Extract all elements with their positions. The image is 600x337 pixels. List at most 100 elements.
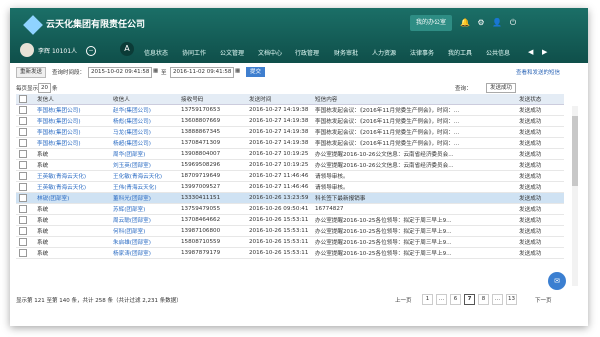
row-checkbox[interactable]: [16, 170, 34, 182]
nav-item[interactable]: 法律事务: [410, 48, 434, 57]
nav-item[interactable]: 信息状态: [144, 48, 168, 57]
prev-page[interactable]: 上一页: [395, 296, 412, 304]
col-number[interactable]: 接收号码: [178, 94, 246, 105]
row-checkbox[interactable]: [16, 159, 34, 171]
col-time[interactable]: 发送时间: [246, 94, 312, 105]
page-number[interactable]: 6: [450, 294, 461, 305]
table-row[interactable]: 系统 周云聪(团部室) 13708464662 2016-10-26 15:53:11…: [16, 214, 564, 226]
home-icon[interactable]: A: [120, 42, 134, 56]
cell-sender[interactable]: 系统: [34, 148, 110, 160]
row-checkbox[interactable]: [16, 181, 34, 193]
resend-button[interactable]: 重新发送: [16, 67, 47, 78]
cell-receiver[interactable]: 何科(团部室): [110, 225, 178, 237]
cell-sender[interactable]: 林锐(团部室): [34, 192, 110, 204]
table-row[interactable]: 系统 杨家涛(团部室) 13987879179 2016-10-26 15:53:11…: [16, 247, 564, 259]
search-button[interactable]: 提交: [246, 67, 266, 77]
cell-sender[interactable]: 李国栋(集团公司): [34, 115, 110, 127]
cell-sender[interactable]: 系统: [34, 247, 110, 259]
settings-icon[interactable]: ⚙: [476, 18, 486, 28]
cell-sender[interactable]: 系统: [34, 236, 110, 248]
cell-receiver[interactable]: 王化敏(青海云天化): [110, 170, 178, 182]
table-row[interactable]: 王英敏(青海云天化) 王化敏(青海云天化) 18709719649 2016-10-2…: [16, 170, 564, 182]
row-checkbox[interactable]: [16, 192, 34, 204]
table-row[interactable]: 李国栋(集团公司) 马龙(集团公司) 13888867345 2016-10-27 1…: [16, 126, 564, 138]
cell-receiver[interactable]: 王伟(青海云天化): [110, 181, 178, 193]
user-icon[interactable]: 👤: [492, 18, 502, 28]
select-all-checkbox[interactable]: [16, 94, 34, 105]
row-checkbox[interactable]: [16, 203, 34, 215]
calendar-icon[interactable]: ▦: [153, 68, 158, 74]
nav-item[interactable]: 行政管理: [295, 48, 319, 57]
minus-icon[interactable]: −: [86, 46, 96, 56]
page-size-select[interactable]: 20: [38, 83, 51, 93]
logout-icon[interactable]: ⏻: [508, 18, 518, 28]
nav-item[interactable]: 公文管理: [220, 48, 244, 57]
nav-item[interactable]: 协同工作: [182, 48, 206, 57]
cell-receiver[interactable]: 杨彪(集团公司): [110, 115, 178, 127]
nav-item[interactable]: 文档中心: [258, 48, 282, 57]
cell-sender[interactable]: 系统: [34, 214, 110, 226]
row-checkbox[interactable]: [16, 148, 34, 160]
start-date-field[interactable]: 2015-10-02 09:41:58: [88, 67, 153, 78]
cell-receiver[interactable]: 杨家涛(团部室): [110, 247, 178, 259]
cell-receiver[interactable]: 赵华(集团公司): [110, 104, 178, 116]
scroll-thumb[interactable]: [572, 116, 578, 186]
cell-receiver[interactable]: 周云聪(团部室): [110, 214, 178, 226]
cell-receiver[interactable]: 周华(团部室): [110, 148, 178, 160]
nav-item[interactable]: 公共信息: [486, 48, 510, 57]
cell-receiver[interactable]: 马龙(集团公司): [110, 126, 178, 138]
status-filter-select[interactable]: 发送成功: [486, 83, 517, 93]
cell-sender[interactable]: 系统: [34, 159, 110, 171]
table-row[interactable]: 林锐(团部室) 董科光(团部室) 13330411151 2016-10-26 13:…: [16, 192, 564, 204]
cell-receiver[interactable]: 朱启雄(团部室): [110, 236, 178, 248]
page-number[interactable]: 7: [464, 294, 475, 305]
row-checkbox[interactable]: [16, 214, 34, 226]
next-page[interactable]: 下一页: [535, 296, 552, 304]
my-office-tab[interactable]: 我的办公室: [410, 15, 452, 31]
col-sender[interactable]: 发信人: [34, 94, 110, 105]
nav-item[interactable]: 财务审批: [334, 48, 358, 57]
cell-receiver[interactable]: 董科光(团部室): [110, 192, 178, 204]
cell-sender[interactable]: 李国栋(集团公司): [34, 104, 110, 116]
avatar[interactable]: [20, 43, 34, 57]
cell-sender[interactable]: 系统: [34, 225, 110, 237]
nav-next-icon[interactable]: ▶: [542, 48, 547, 56]
cell-sender[interactable]: 王英敏(青海云天化): [34, 170, 110, 182]
table-row[interactable]: 李国栋(集团公司) 赵华(集团公司) 13759170653 2016-10-27 1…: [16, 104, 564, 116]
page-number[interactable]: 8: [478, 294, 489, 305]
table-row[interactable]: 系统 何科(团部室) 13987106800 2016-10-26 15:53:11 办…: [16, 225, 564, 237]
table-row[interactable]: 系统 刘玉英(团部室) 15969508296 2016-10-27 10:19:25…: [16, 159, 564, 171]
bell-icon[interactable]: 🔔: [460, 18, 470, 28]
cell-sender[interactable]: 王英敏(青海云天化): [34, 181, 110, 193]
row-checkbox[interactable]: [16, 225, 34, 237]
row-checkbox[interactable]: [16, 126, 34, 138]
row-checkbox[interactable]: [16, 137, 34, 149]
cell-sender[interactable]: 李国栋(集团公司): [34, 126, 110, 138]
chat-float-icon[interactable]: ✉: [548, 272, 566, 290]
cell-sender[interactable]: 李国栋(集团公司): [34, 137, 110, 149]
col-content[interactable]: 短信内容: [312, 94, 516, 105]
row-checkbox[interactable]: [16, 247, 34, 259]
col-receiver[interactable]: 收信人: [110, 94, 178, 105]
table-row[interactable]: 王英敏(青海云天化) 王伟(青海云天化) 13997009527 2016-10-27…: [16, 181, 564, 193]
nav-item[interactable]: 人力资源: [372, 48, 396, 57]
cell-receiver[interactable]: 刘玉英(团部室): [110, 159, 178, 171]
row-checkbox[interactable]: [16, 115, 34, 127]
view-sent-link[interactable]: 查看和发送的短信: [516, 68, 560, 76]
nav-prev-icon[interactable]: ◀: [528, 48, 533, 56]
calendar-icon[interactable]: ▦: [235, 68, 240, 74]
row-checkbox[interactable]: [16, 236, 34, 248]
cell-sender[interactable]: 系统: [34, 203, 110, 215]
table-row[interactable]: 李国栋(集团公司) 杨超(集团公司) 13708471309 2016-10-27 1…: [16, 137, 564, 149]
page-number[interactable]: 1: [422, 294, 433, 305]
table-row[interactable]: 系统 周华(团部室) 13908804007 2016-10-27 10:19:25 办…: [16, 148, 564, 160]
row-checkbox[interactable]: [16, 104, 34, 116]
col-status[interactable]: 发送状态: [516, 94, 564, 105]
table-row[interactable]: 李国栋(集团公司) 杨彪(集团公司) 13608807669 2016-10-27 1…: [16, 115, 564, 127]
cell-receiver[interactable]: 杨超(集团公司): [110, 137, 178, 149]
page-number[interactable]: 13: [506, 294, 517, 305]
table-row[interactable]: 系统 苏辉(团部室) 13759479055 2016-10-26 09:50:41 1…: [16, 203, 564, 215]
table-row[interactable]: 系统 朱启雄(团部室) 15808710559 2016-10-26 15:53:11…: [16, 236, 564, 248]
nav-item[interactable]: 我的工具: [448, 48, 472, 57]
scrollbar[interactable]: [572, 106, 578, 286]
